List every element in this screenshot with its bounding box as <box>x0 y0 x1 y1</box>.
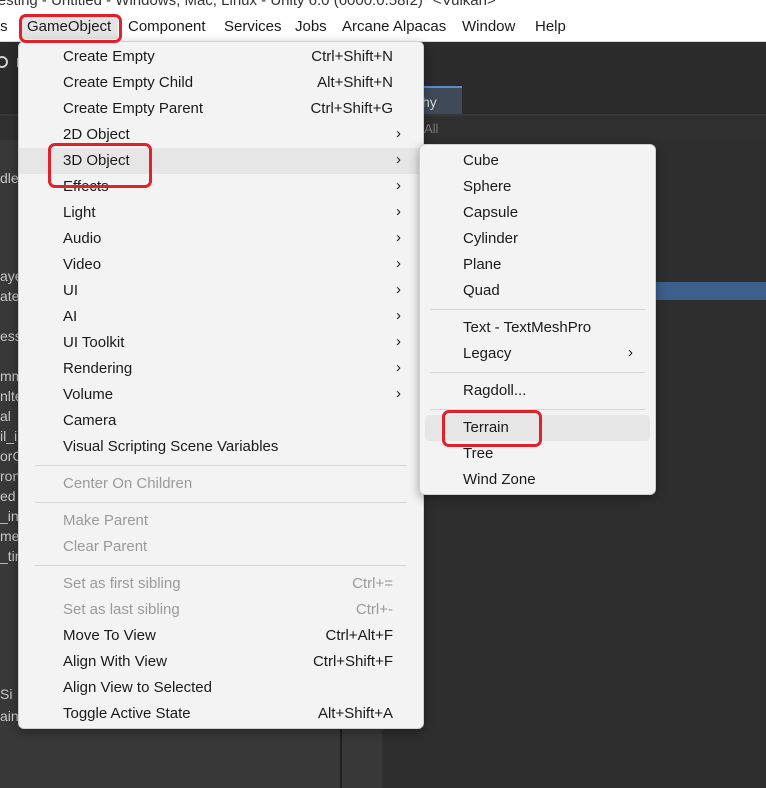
hierarchy-filter-all[interactable]: All <box>424 121 438 136</box>
left-panel-fragment: _tin <box>0 548 20 564</box>
menu-item-rendering[interactable]: Rendering › <box>19 356 423 382</box>
left-panel-fragment: ron <box>0 468 20 484</box>
3d-object-submenu: Cube Sphere Capsule Cylinder Plane Quad … <box>419 144 656 495</box>
left-panel-fragment: mme <box>0 368 20 384</box>
left-panel-fragment: _in <box>0 508 19 524</box>
submenu-item-capsule[interactable]: Capsule <box>420 200 655 226</box>
menu-separator <box>430 409 645 410</box>
left-panel-fragment: il_i <box>0 428 18 444</box>
left-panel-fragment: dle <box>0 170 19 186</box>
menu-separator <box>430 372 645 373</box>
left-panel-fragment: ate <box>0 288 20 304</box>
tab-hierarchy[interactable]: hy <box>420 86 462 114</box>
left-panel-fragment: me <box>0 528 20 544</box>
submenu-item-cube[interactable]: Cube <box>420 148 655 174</box>
submenu-item-ragdoll[interactable]: Ragdoll... <box>420 378 655 404</box>
menu-separator <box>35 465 407 466</box>
submenu-item-plane[interactable]: Plane <box>420 252 655 278</box>
menu-services[interactable]: Services <box>224 18 282 35</box>
menu-item-video[interactable]: Video › <box>19 252 423 278</box>
left-panel-fragment: nlte <box>0 388 20 404</box>
menu-assets[interactable]: ts <box>0 18 8 35</box>
menu-item-create-empty-child[interactable]: Create Empty Child Alt+Shift+N <box>19 70 423 96</box>
left-panel-fragment: al <box>0 408 11 424</box>
menu-item-align-with-view[interactable]: Align With View Ctrl+Shift+F <box>19 649 423 675</box>
menu-item-2d-object[interactable]: 2D Object › <box>19 122 423 148</box>
menu-item-volume[interactable]: Volume › <box>19 382 423 408</box>
submenu-item-sphere[interactable]: Sphere <box>420 174 655 200</box>
submenu-item-text-textmeshpro[interactable]: Text - TextMeshPro <box>420 315 655 341</box>
menu-jobs[interactable]: Jobs <box>295 18 327 35</box>
chevron-right-icon: › <box>396 281 401 298</box>
submenu-item-quad[interactable]: Quad <box>420 278 655 304</box>
menu-item-light[interactable]: Light › <box>19 200 423 226</box>
menu-item-align-view-to-selected[interactable]: Align View to Selected <box>19 675 423 701</box>
menu-separator <box>430 309 645 310</box>
window-title: n Testing - Untitled - Windows, Mac, Lin… <box>0 0 496 9</box>
window-title-bar: n Testing - Untitled - Windows, Mac, Lin… <box>0 0 766 14</box>
left-panel-fragment: ess <box>0 328 20 344</box>
menu-item-ui-toolkit[interactable]: UI Toolkit › <box>19 330 423 356</box>
submenu-item-wind-zone[interactable]: Wind Zone <box>420 467 655 493</box>
menu-item-ui[interactable]: UI › <box>19 278 423 304</box>
menu-item-move-to-view[interactable]: Move To View Ctrl+Alt+F <box>19 623 423 649</box>
chevron-right-icon: › <box>396 125 401 142</box>
menu-item-audio[interactable]: Audio › <box>19 226 423 252</box>
menu-item-set-first-sibling[interactable]: Set as first sibling Ctrl+= <box>19 571 423 597</box>
menu-item-create-empty-parent[interactable]: Create Empty Parent Ctrl+Shift+G <box>19 96 423 122</box>
menu-item-toggle-active-state[interactable]: Toggle Active State Alt+Shift+A <box>19 701 423 727</box>
menu-component[interactable]: Component <box>128 18 206 35</box>
chevron-right-icon: › <box>628 344 633 361</box>
chevron-right-icon: › <box>396 385 401 402</box>
left-panel-fragment: Si <box>0 686 13 702</box>
menu-item-ai[interactable]: AI › <box>19 304 423 330</box>
gameobject-menu: Create Empty Ctrl+Shift+N Create Empty C… <box>18 41 424 729</box>
menu-separator <box>35 502 407 503</box>
main-menu-bar: ts GameObject Component Services Jobs Ar… <box>0 14 766 42</box>
menu-item-clear-parent[interactable]: Clear Parent <box>19 534 423 560</box>
menu-gameobject[interactable]: GameObject <box>20 15 119 39</box>
menu-item-make-parent[interactable]: Make Parent <box>19 508 423 534</box>
chevron-right-icon: › <box>396 307 401 324</box>
menu-item-create-empty[interactable]: Create Empty Ctrl+Shift+N <box>19 44 423 70</box>
chevron-right-icon: › <box>396 151 401 168</box>
submenu-item-terrain[interactable]: Terrain <box>425 415 650 441</box>
submenu-item-cylinder[interactable]: Cylinder <box>420 226 655 252</box>
submenu-item-tree[interactable]: Tree <box>420 441 655 467</box>
chevron-right-icon: › <box>396 177 401 194</box>
status-circle-icon <box>0 56 8 68</box>
left-panel-fragment: orC <box>0 448 20 464</box>
chevron-right-icon: › <box>396 359 401 376</box>
submenu-item-legacy[interactable]: Legacy › <box>420 341 655 367</box>
chevron-right-icon: › <box>396 203 401 220</box>
menu-item-center-on-children[interactable]: Center On Children <box>19 471 423 497</box>
menu-item-set-last-sibling[interactable]: Set as last sibling Ctrl+- <box>19 597 423 623</box>
left-panel-fragment: ed <box>0 488 16 504</box>
hierarchy-selected-row[interactable] <box>654 282 766 300</box>
left-panel-fragment: ain <box>0 708 19 724</box>
menu-item-effects[interactable]: Effects › <box>19 174 423 200</box>
menu-separator <box>35 565 407 566</box>
menu-help[interactable]: Help <box>535 18 566 35</box>
menu-window[interactable]: Window <box>462 18 515 35</box>
chevron-right-icon: › <box>396 229 401 246</box>
tab-hierarchy-label: hy <box>422 94 437 110</box>
menu-item-visual-scripting-scene-variables[interactable]: Visual Scripting Scene Variables <box>19 434 423 460</box>
menu-item-camera[interactable]: Camera <box>19 408 423 434</box>
chevron-right-icon: › <box>396 255 401 272</box>
menu-arcane-alpacas[interactable]: Arcane Alpacas <box>342 18 446 35</box>
menu-item-3d-object[interactable]: 3D Object › <box>19 148 423 174</box>
left-panel-fragment: aye <box>0 268 20 284</box>
chevron-right-icon: › <box>396 333 401 350</box>
